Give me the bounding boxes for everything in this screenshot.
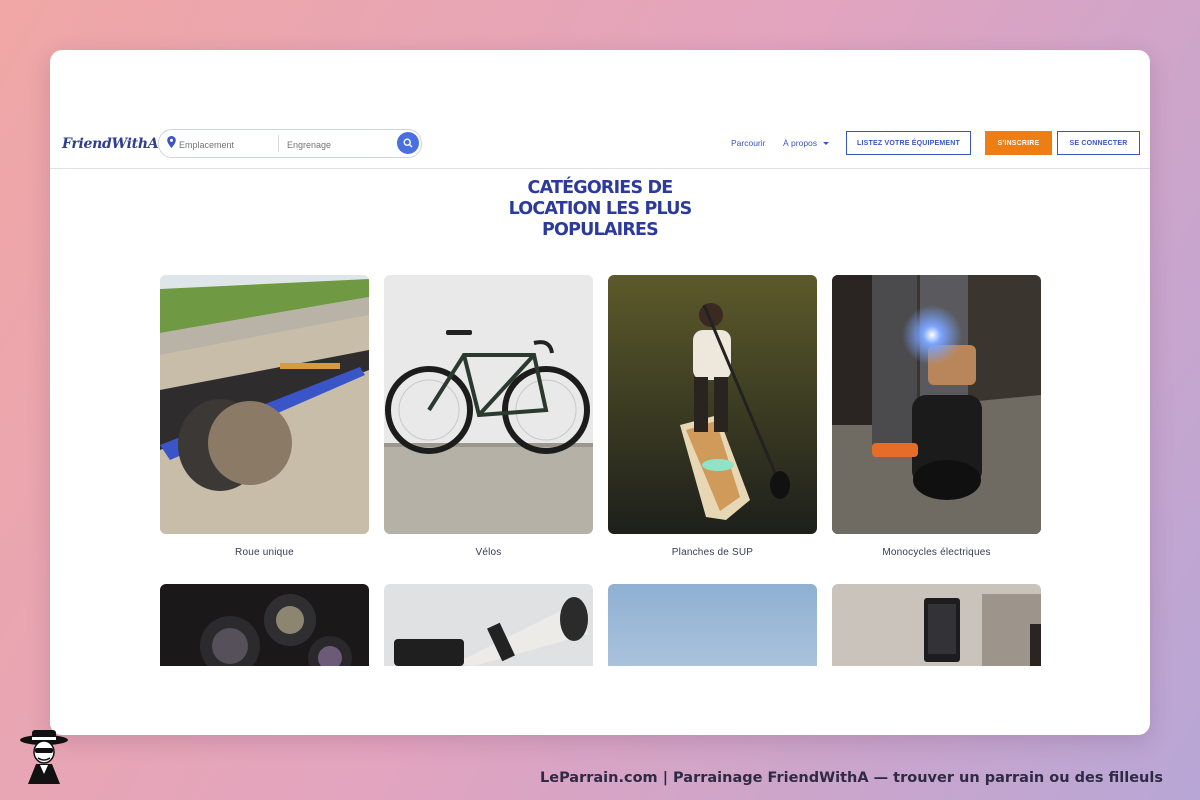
page-title-line-3: POPULAIRES — [542, 220, 659, 240]
page-title-line-1: CATÉGORIES DE — [527, 178, 674, 198]
category-card-row2-2[interactable] — [384, 584, 593, 666]
logo[interactable]: FriendWithA... — [62, 136, 172, 152]
category-label: Vélos — [475, 547, 502, 558]
search-divider — [278, 135, 279, 152]
category-card-row2-4[interactable] — [832, 584, 1041, 666]
sky-photo — [608, 584, 817, 666]
category-card-electric-unicycles[interactable]: Monocycles électriques — [832, 275, 1041, 558]
telephoto-lens-photo — [384, 584, 593, 666]
nav-about-label: À propos — [783, 138, 818, 148]
page-title-line-2: LOCATION LES PLUS — [508, 199, 693, 219]
location-input[interactable] — [177, 130, 277, 159]
camera-lenses-photo — [160, 584, 369, 666]
footer-caption: LeParrain.com | Parrainage FriendWithA —… — [540, 770, 1163, 786]
page-title: CATÉGORIES DE LOCATION LES PLUS POPULAIR… — [450, 178, 750, 241]
category-card-onewheel[interactable]: Roue unique — [160, 275, 369, 558]
search-icon — [403, 138, 413, 148]
category-card-row2-3[interactable] — [608, 584, 817, 666]
bicycle-photo — [384, 275, 593, 534]
category-label: Roue unique — [235, 547, 294, 558]
category-card-bikes[interactable]: Vélos — [384, 275, 593, 558]
paddleboard-photo — [608, 275, 817, 534]
category-card-row2-1[interactable] — [160, 584, 369, 666]
search-button[interactable] — [397, 132, 419, 154]
logo-text: FriendWithA — [62, 136, 159, 152]
electric-unicycle-photo — [832, 275, 1041, 534]
browser-card: FriendWithA... Parcourir À propos LISTEZ… — [50, 50, 1150, 735]
top-navbar: FriendWithA... Parcourir À propos LISTEZ… — [50, 128, 1150, 169]
category-label: Monocycles électriques — [882, 547, 991, 558]
category-card-sup[interactable]: Planches de SUP — [608, 275, 817, 558]
nav-browse-link[interactable]: Parcourir — [731, 138, 765, 148]
signup-button[interactable]: S'INSCRIRE — [985, 131, 1052, 155]
list-equipment-button[interactable]: LISTEZ VOTRE ÉQUIPEMENT — [846, 131, 971, 155]
nav-about-dropdown[interactable]: À propos — [783, 138, 830, 148]
login-button[interactable]: SE CONNECTER — [1057, 131, 1140, 155]
onewheel-board-photo — [160, 275, 369, 534]
category-label: Planches de SUP — [671, 547, 754, 558]
gear-search-input[interactable] — [285, 130, 399, 159]
mascot-logo — [20, 730, 68, 784]
camera-monitor-photo — [832, 584, 1041, 666]
chevron-down-icon — [823, 142, 830, 146]
location-pin-icon — [167, 136, 176, 148]
search-bar — [158, 129, 422, 159]
